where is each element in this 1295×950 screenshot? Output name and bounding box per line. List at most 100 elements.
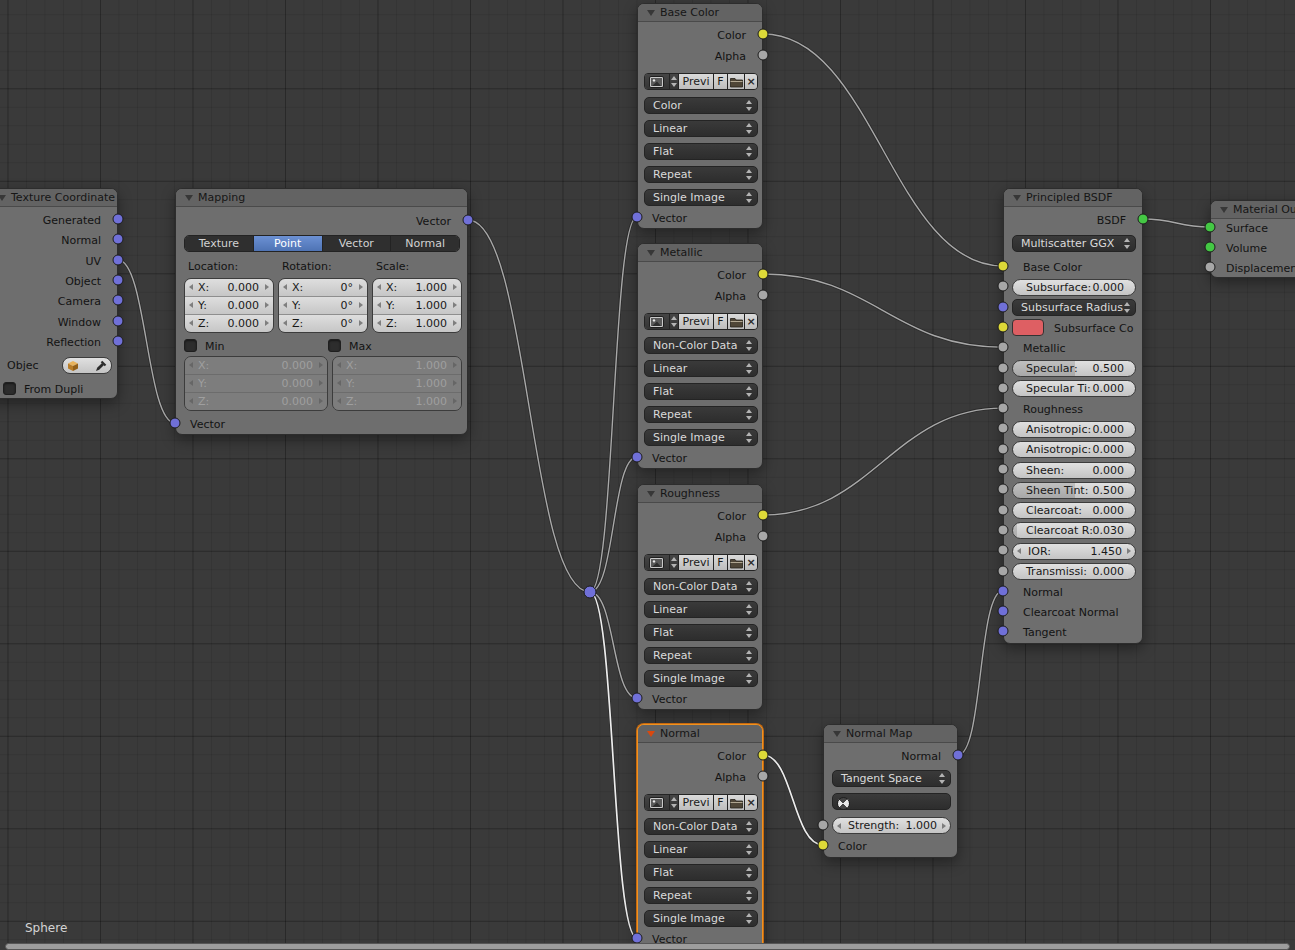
transmission-slider[interactable]: Transmissi:0.000 — [1012, 563, 1136, 580]
collapse-arrow-icon[interactable] — [647, 731, 655, 737]
decrement-arrow-icon[interactable] — [837, 823, 841, 829]
decrement-arrow-icon[interactable] — [377, 284, 381, 290]
node-material-output[interactable]: Material OutSurfaceVolumeDisplacement — [1210, 200, 1295, 278]
tab-normal[interactable]: Normal — [390, 236, 459, 251]
node-image-texture-metallic[interactable]: MetallicColorAlphaPreviF×Non-Color DataL… — [637, 243, 763, 469]
socket-texcoord-uv-output[interactable] — [113, 255, 124, 266]
projection-dropdown[interactable]: Flat — [644, 143, 758, 160]
clearcoat_roughness-slider[interactable]: Clearcoat R:0.030 — [1012, 522, 1136, 539]
sheen-slider[interactable]: Sheen:0.000 — [1012, 462, 1136, 479]
unlink-image-button[interactable]: × — [744, 795, 757, 810]
distribution-dropdown[interactable]: Multiscatter GGX — [1012, 235, 1136, 252]
socket-principled-metallic-input[interactable] — [998, 342, 1009, 353]
socket-roughness-color-output[interactable] — [758, 510, 769, 521]
wire[interactable] — [590, 457, 637, 592]
collapse-arrow-icon[interactable] — [647, 491, 655, 497]
subsurface-slider[interactable]: Subsurface:0.000 — [1012, 279, 1136, 296]
interpolation-dropdown[interactable]: Linear — [644, 120, 758, 137]
rotation-fields-row[interactable]: X:0° — [279, 279, 367, 296]
min-fields-row[interactable]: Z:0.000 — [185, 392, 327, 410]
socket-principled-specular_tint-input[interactable] — [998, 382, 1009, 393]
increment-arrow-icon[interactable] — [265, 302, 269, 308]
increment-arrow-icon[interactable] — [453, 380, 457, 386]
node-header-image-texture-normal[interactable]: Normal — [638, 725, 762, 743]
source-dropdown[interactable]: Single Image — [644, 429, 758, 446]
fake-user-button[interactable]: F — [713, 795, 727, 810]
socket-metallic-vector-input[interactable] — [632, 452, 643, 463]
wire[interactable] — [763, 755, 823, 845]
decrement-arrow-icon[interactable] — [337, 362, 341, 368]
socket-normal-vector-input[interactable] — [632, 933, 643, 944]
image-browse-arrows[interactable] — [669, 555, 678, 570]
socket-roughness-alpha-output[interactable] — [758, 531, 769, 542]
location-fields-row[interactable]: Z:0.000 — [185, 314, 273, 332]
node-image-texture-roughness[interactable]: RoughnessColorAlphaPreviF×Non-Color Data… — [637, 484, 763, 710]
socket-principled-specular-input[interactable] — [998, 362, 1009, 373]
socket-normalmap-strength-input[interactable] — [818, 819, 829, 830]
min-checkbox[interactable] — [184, 339, 197, 352]
location-fields-row[interactable]: Y:0.000 — [185, 296, 273, 314]
decrement-arrow-icon[interactable] — [283, 302, 287, 308]
node-header-image-texture-metallic[interactable]: Metallic — [638, 244, 762, 262]
scale-fields-row[interactable]: X:1.000 — [373, 279, 461, 296]
ior-field[interactable]: IOR:1.450 — [1012, 543, 1136, 560]
socket-roughness-vector-input[interactable] — [632, 693, 643, 704]
node-image-texture-base-color[interactable]: Base ColorColorAlphaPreviF×ColorLinearFl… — [637, 3, 763, 229]
collapse-arrow-icon[interactable] — [1220, 207, 1228, 213]
increment-arrow-icon[interactable] — [942, 823, 946, 829]
sheen_tint-slider[interactable]: Sheen Tint:0.500 — [1012, 482, 1136, 499]
rotation-fields-row[interactable]: Z:0° — [279, 314, 367, 332]
wire[interactable] — [958, 591, 1003, 755]
increment-arrow-icon[interactable] — [265, 284, 269, 290]
image-browse-button[interactable] — [645, 74, 669, 89]
increment-arrow-icon[interactable] — [265, 320, 269, 326]
socket-output-displacement-input[interactable] — [1205, 262, 1216, 273]
fake-user-button[interactable]: F — [713, 74, 727, 89]
source-dropdown[interactable]: Single Image — [644, 670, 758, 687]
socket-principled-roughness-input[interactable] — [998, 403, 1009, 414]
collapse-arrow-icon[interactable] — [647, 250, 655, 256]
collapse-arrow-icon[interactable] — [1013, 195, 1021, 201]
socket-texcoord-reflection-output[interactable] — [113, 336, 124, 347]
wire[interactable] — [763, 34, 1003, 266]
increment-arrow-icon[interactable] — [453, 284, 457, 290]
wire[interactable] — [763, 274, 1003, 347]
fake-user-button[interactable]: F — [713, 314, 727, 329]
socket-texcoord-camera-output[interactable] — [113, 295, 124, 306]
increment-arrow-icon[interactable] — [453, 320, 457, 326]
open-image-button[interactable] — [727, 795, 744, 810]
color-space-dropdown[interactable]: Non-Color Data — [644, 337, 758, 354]
socket-principled-sheen_tint-input[interactable] — [998, 484, 1009, 495]
wire[interactable] — [763, 408, 1003, 515]
max-checkbox[interactable] — [328, 339, 341, 352]
collapse-arrow-icon[interactable] — [647, 10, 655, 16]
node-header-normal-map[interactable]: Normal Map — [824, 725, 957, 743]
scale-fields-row[interactable]: Y:1.000 — [373, 296, 461, 314]
increment-arrow-icon[interactable] — [1127, 548, 1131, 554]
socket-mapping-vector-input[interactable] — [170, 418, 181, 429]
increment-arrow-icon[interactable] — [453, 362, 457, 368]
image-browse-arrows[interactable] — [669, 74, 678, 89]
node-header-texture-coordinate[interactable]: Texture Coordinate — [0, 189, 117, 207]
decrement-arrow-icon[interactable] — [189, 398, 193, 404]
socket-principled-subsurface-input[interactable] — [998, 281, 1009, 292]
decrement-arrow-icon[interactable] — [337, 380, 341, 386]
collapse-arrow-icon[interactable] — [833, 731, 841, 737]
from-dupli-checkbox[interactable] — [3, 382, 16, 395]
decrement-arrow-icon[interactable] — [189, 362, 193, 368]
increment-arrow-icon[interactable] — [359, 284, 363, 290]
anisotropic-slider[interactable]: Anisotropic:0.000 — [1012, 421, 1136, 438]
tab-vector[interactable]: Vector — [322, 236, 391, 251]
image-browse-arrows[interactable] — [669, 795, 678, 810]
socket-principled-tangent-input[interactable] — [998, 626, 1009, 637]
tab-point[interactable]: Point — [253, 236, 322, 251]
decrement-arrow-icon[interactable] — [189, 320, 193, 326]
projection-dropdown[interactable]: Flat — [644, 383, 758, 400]
node-image-texture-normal[interactable]: NormalColorAlphaPreviF×Non-Color DataLin… — [637, 724, 763, 950]
socket-metallic-color-output[interactable] — [758, 269, 769, 280]
socket-principled-anisotropic_rotation-input[interactable] — [998, 443, 1009, 454]
projection-dropdown[interactable]: Flat — [644, 624, 758, 641]
source-dropdown[interactable]: Single Image — [644, 910, 758, 927]
socket-texcoord-normal-output[interactable] — [113, 234, 124, 245]
node-editor-canvas[interactable]: Sphere Texture CoordinateGeneratedNormal… — [0, 0, 1295, 950]
